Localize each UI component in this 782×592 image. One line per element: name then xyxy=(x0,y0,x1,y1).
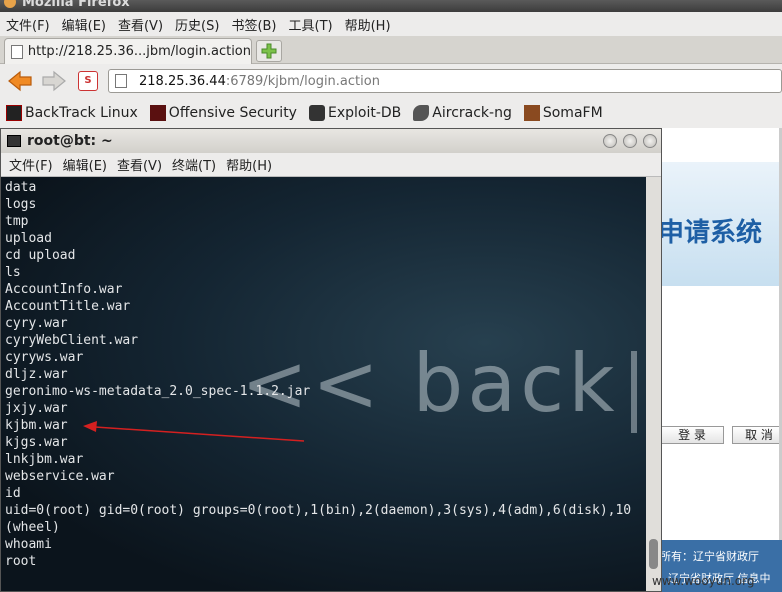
plus-icon xyxy=(261,43,277,59)
terminal-output[interactable]: << back data logs tmp upload cd upload ls Acco… xyxy=(1,177,646,591)
terminal-scroll-thumb[interactable] xyxy=(649,539,658,569)
page-icon xyxy=(115,74,127,88)
terminal-scrollbar[interactable] xyxy=(646,177,661,591)
forward-button[interactable] xyxy=(40,68,68,94)
term-menu-terminal[interactable]: 终端(T) xyxy=(172,155,216,174)
firefox-window-title: Mozilla Firefox xyxy=(22,0,130,10)
bookmarks-toolbar: BackTrack Linux Offensive Security Explo… xyxy=(0,98,782,128)
login-page: 申请系统 登 录 取 消 所有：辽宁省财政厅 辽宁省财政厅 信息中 xyxy=(658,128,782,592)
backtrack-icon xyxy=(6,105,22,121)
bookmark-label: Aircrack-ng xyxy=(432,105,512,121)
terminal-icon xyxy=(7,135,21,147)
new-tab-button[interactable] xyxy=(256,40,282,62)
bookmark-label: BackTrack Linux xyxy=(25,105,138,121)
watermark: www.wooyun.org xyxy=(652,574,755,588)
menu-help[interactable]: 帮助(H) xyxy=(345,15,391,34)
terminal-titlebar[interactable]: root@bt: ~ xyxy=(1,129,661,153)
menu-view[interactable]: 查看(V) xyxy=(118,15,163,34)
bookmark-label: Offensive Security xyxy=(168,105,297,121)
back-arrow-icon xyxy=(8,70,32,92)
menu-tools[interactable]: 工具(T) xyxy=(289,15,333,34)
menu-history[interactable]: 历史(S) xyxy=(175,15,219,34)
tab-bar: http://218.25.36...jbm/login.action xyxy=(0,36,782,64)
terminal-menubar: 文件(F) 编辑(E) 查看(V) 终端(T) 帮助(H) xyxy=(1,153,661,177)
bookmark-label: SomaFM xyxy=(542,105,603,121)
cancel-button[interactable]: 取 消 xyxy=(732,426,782,444)
aircrack-icon xyxy=(413,105,430,121)
bookmark-aircrack-ng[interactable]: Aircrack-ng xyxy=(413,105,512,121)
minimize-button[interactable] xyxy=(603,134,617,148)
maximize-button[interactable] xyxy=(623,134,637,148)
url-host: 218.25.36.44 xyxy=(139,73,226,89)
screen: Mozilla Firefox 文件(F) 编辑(E) 查看(V) 历史(S) … xyxy=(0,0,782,592)
firefox-titlebar: Mozilla Firefox xyxy=(0,0,782,12)
firefox-menubar: 文件(F) 编辑(E) 查看(V) 历史(S) 书签(B) 工具(T) 帮助(H… xyxy=(0,12,782,36)
tab-label: http://218.25.36...jbm/login.action xyxy=(27,44,251,59)
back-button[interactable] xyxy=(6,68,34,94)
menu-edit[interactable]: 编辑(E) xyxy=(62,15,106,34)
bookmark-exploit-db[interactable]: Exploit-DB xyxy=(308,105,402,121)
terminal-title: root@bt: ~ xyxy=(27,133,113,149)
bookmark-label: Exploit-DB xyxy=(327,105,402,121)
bookmark-offensive-security[interactable]: Offensive Security xyxy=(149,105,297,121)
exploit-db-icon xyxy=(308,105,325,121)
close-button[interactable] xyxy=(643,134,657,148)
site-banner-title: 申请系统 xyxy=(658,218,763,248)
term-menu-file[interactable]: 文件(F) xyxy=(9,155,53,174)
bookmark-somafm[interactable]: SomaFM xyxy=(523,105,603,121)
addon-s-icon[interactable]: S xyxy=(78,71,98,91)
login-button[interactable]: 登 录 xyxy=(660,426,724,444)
menu-file[interactable]: 文件(F) xyxy=(6,15,50,34)
firefox-icon xyxy=(4,0,16,8)
page-icon xyxy=(11,44,23,59)
site-banner: 申请系统 xyxy=(658,162,782,286)
annotation-arrow xyxy=(83,421,305,442)
navigation-bar: S 218.25.36.44 :6789/kjbm/login.action xyxy=(0,64,782,98)
offsec-icon xyxy=(149,105,166,121)
url-bar[interactable]: 218.25.36.44 :6789/kjbm/login.action xyxy=(108,69,782,93)
url-path: :6789/kjbm/login.action xyxy=(225,73,380,89)
terminal-window: root@bt: ~ 文件(F) 编辑(E) 查看(V) 终端(T) 帮助(H)… xyxy=(0,128,662,592)
tab-login[interactable]: http://218.25.36...jbm/login.action xyxy=(4,38,252,64)
menu-bookmarks[interactable]: 书签(B) xyxy=(231,15,276,34)
term-menu-view[interactable]: 查看(V) xyxy=(117,155,162,174)
term-menu-edit[interactable]: 编辑(E) xyxy=(63,155,107,174)
footer-line-1: 所有：辽宁省财政厅 xyxy=(660,550,759,563)
bookmark-backtrack[interactable]: BackTrack Linux xyxy=(6,105,138,121)
term-menu-help[interactable]: 帮助(H) xyxy=(226,155,272,174)
forward-arrow-icon xyxy=(42,70,66,92)
somafm-icon xyxy=(523,105,540,121)
